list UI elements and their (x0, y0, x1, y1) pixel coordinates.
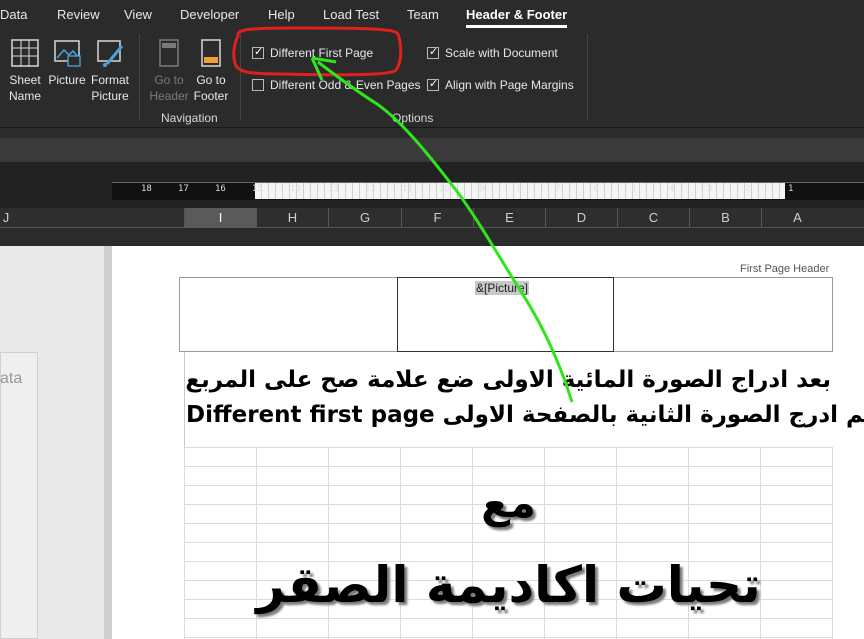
picture-label: Picture (48, 73, 86, 87)
formula-bar[interactable] (0, 138, 864, 162)
tab-load-test[interactable]: Load Test (323, 7, 379, 22)
ruler-tick: 3 (707, 184, 713, 194)
big-text-with: مع (481, 478, 536, 527)
ribbon: Sheet Name Picture Format Picture Go to … (0, 30, 864, 128)
instruction-arabic: ثم ادرج الصورة الثانية بالصفحة الاولى (442, 402, 864, 428)
sheet-name-label-1: Sheet (9, 73, 41, 87)
ruler-tick: 16 (215, 184, 226, 194)
ruler-tick: 11 (402, 184, 413, 194)
ruler-tick: 1 (788, 184, 794, 194)
tab-help[interactable]: Help (268, 7, 295, 22)
column-headers: J I H G F E D C B A (0, 208, 864, 228)
go-to-header-icon (159, 39, 179, 67)
ruler-tick: 12 (365, 184, 376, 194)
column-header-a[interactable]: A (761, 208, 833, 228)
ruler-tick: 14 (290, 184, 301, 194)
go-to-footer-icon (201, 39, 221, 67)
column-header-d[interactable]: D (545, 208, 617, 228)
ruler-tick: 15 (252, 184, 263, 194)
picture-icon (54, 40, 81, 67)
column-header-f[interactable]: F (401, 208, 473, 228)
ruler-tick: 6 (593, 184, 599, 194)
big-text-greetings: تحيات اكاديمة الصقر (256, 556, 761, 614)
checkbox-checked-icon (427, 45, 439, 59)
go-to-header-label-1: Go to (154, 73, 184, 87)
options-group-label: Options (392, 111, 434, 125)
tab-team[interactable]: Team (407, 7, 439, 22)
column-header-b[interactable]: B (689, 208, 761, 228)
column-header-j[interactable]: J (0, 208, 12, 228)
ruler-tick: 13 (328, 184, 339, 194)
group-separator (587, 34, 588, 120)
different-odd-even-label: Different Odd & Even Pages (270, 78, 421, 92)
column-header-c[interactable]: C (617, 208, 689, 228)
menu-bar: Data Review View Developer Help Load Tes… (0, 0, 864, 30)
format-picture-icon (97, 40, 124, 67)
sheet-name-button[interactable]: Sheet Name (4, 38, 46, 104)
picture-field-code: &[Picture] (475, 281, 530, 295)
instruction-line-1: بعد ادراج الصورة المائية الاولى ضع علامة… (185, 367, 831, 393)
instruction-english: Different first page (186, 402, 435, 428)
go-to-header-label-2: Header (149, 89, 189, 103)
ruler-tick: 2 (745, 184, 751, 194)
page-gap (104, 246, 112, 639)
tab-developer[interactable]: Developer (180, 7, 239, 22)
format-picture-label-1: Format (90, 73, 129, 87)
column-header-e[interactable]: E (473, 208, 545, 228)
first-page-header-label: First Page Header (740, 263, 830, 275)
format-picture-label-2: Picture (91, 89, 129, 103)
navigation-group-label: Navigation (161, 111, 218, 125)
ruler-tick: 17 (178, 184, 189, 194)
ruler-tick: 10 (439, 184, 450, 194)
align-page-margins-label: Align with Page Margins (445, 78, 574, 92)
column-header-h[interactable]: H (256, 208, 328, 228)
group-separator (240, 34, 241, 120)
group-separator (139, 34, 140, 120)
column-header-i[interactable]: I (184, 208, 256, 228)
go-to-footer-label-1: Go to (196, 73, 226, 87)
ruler-tick: 7 (555, 184, 561, 194)
ruler-tick: 8 (517, 184, 523, 194)
tab-data[interactable]: Data (0, 7, 27, 22)
sheet-name-icon (11, 39, 39, 67)
tab-view[interactable]: View (124, 7, 152, 22)
go-to-footer-label-2: Footer (193, 89, 229, 103)
different-odd-even-checkbox[interactable]: Different Odd & Even Pages (252, 78, 421, 92)
previous-page-text: ata (0, 370, 23, 387)
tab-review[interactable]: Review (57, 7, 100, 22)
format-picture-button[interactable]: Format Picture (88, 38, 132, 104)
different-first-page-checkbox[interactable]: Different First Page (252, 45, 374, 60)
go-to-header-button[interactable]: Go to Header (148, 38, 190, 104)
excel-window: Data Review View Developer Help Load Tes… (0, 0, 864, 639)
column-header-g[interactable]: G (328, 208, 401, 228)
previous-page (0, 352, 38, 639)
checkbox-unchecked-icon (252, 79, 264, 91)
go-to-footer-button[interactable]: Go to Footer (190, 38, 232, 104)
tab-header-footer[interactable]: Header & Footer (466, 7, 567, 22)
ruler-tick: 4 (669, 184, 675, 194)
ruler-tick: 9 (479, 184, 485, 194)
sheet-name-label-2: Name (8, 89, 41, 103)
picture-button[interactable]: Picture (46, 38, 88, 88)
different-first-page-label: Different First Page (270, 46, 374, 60)
checkbox-checked-icon (252, 45, 264, 59)
ruler-tick: 18 (141, 184, 152, 194)
checkbox-checked-icon (427, 77, 439, 91)
active-tab-indicator (466, 25, 567, 28)
scale-with-document-label: Scale with Document (445, 46, 558, 60)
align-page-margins-checkbox[interactable]: Align with Page Margins (427, 77, 574, 92)
instruction-line-2: Different first page ثم ادرج الصورة الثا… (186, 402, 864, 428)
scale-with-document-checkbox[interactable]: Scale with Document (427, 45, 558, 60)
ruler-tick: 5 (631, 184, 637, 194)
